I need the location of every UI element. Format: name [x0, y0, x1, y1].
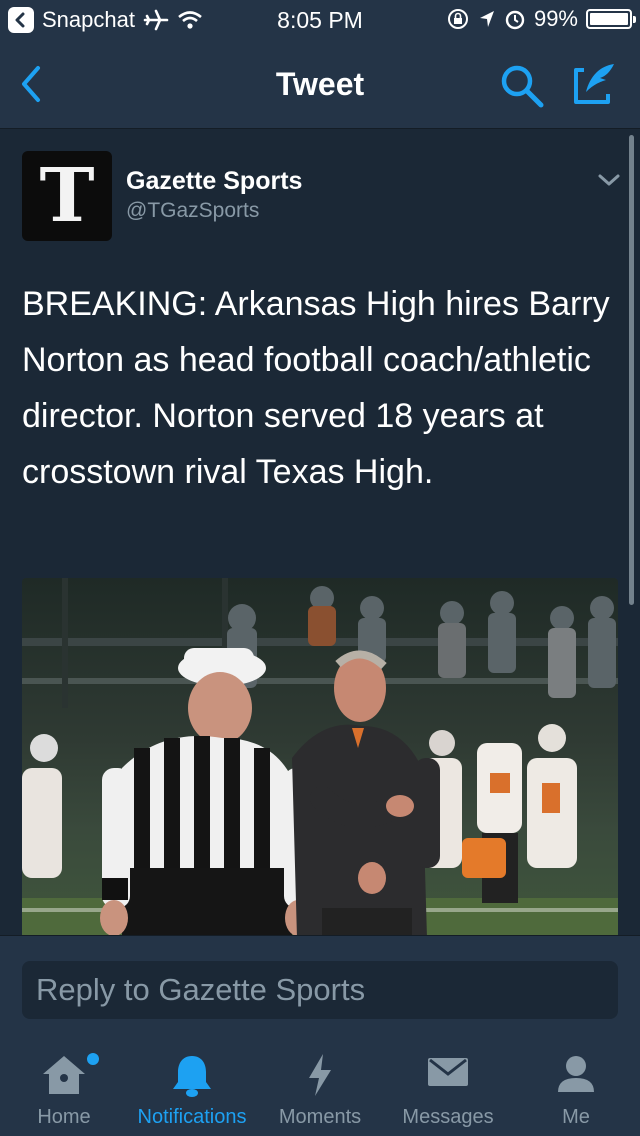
battery-percent: 99% [533, 6, 578, 31]
avatar-logo: T [39, 153, 95, 239]
battery-icon [586, 9, 636, 29]
battery-tip [633, 16, 636, 23]
tab-me[interactable]: Me [526, 1040, 626, 1136]
tweet-detail: T Gazette Sports @TGazSports BREAKING: A… [0, 129, 640, 935]
status-right: 99% [446, 6, 636, 32]
author-handle[interactable]: @TGazSports [126, 199, 259, 223]
tab-messages[interactable]: Messages [392, 1040, 504, 1136]
search-icon[interactable] [498, 62, 546, 110]
envelope-icon [428, 1058, 468, 1086]
compose-icon[interactable] [570, 58, 620, 108]
tab-bar: Home Notifications Moments Messages Me [0, 1040, 640, 1136]
tab-moments[interactable]: Moments [268, 1040, 372, 1136]
home-badge-dot [87, 1053, 99, 1065]
tweet-text: BREAKING: Arkansas High hires Barry Nort… [22, 285, 610, 491]
tab-label-home: Home [37, 1106, 91, 1128]
tab-notifications[interactable]: Notifications [126, 1040, 258, 1136]
author-name[interactable]: Gazette Sports [126, 167, 302, 196]
rotation-lock-icon [447, 9, 468, 29]
bell-icon [173, 1056, 211, 1097]
tweet-photo[interactable] [22, 578, 618, 935]
alarm-icon [505, 10, 525, 30]
battery-fill [590, 13, 628, 25]
reply-bar: Reply to Gazette Sports [0, 935, 640, 1041]
reply-input[interactable]: Reply to Gazette Sports [22, 961, 618, 1019]
location-icon [479, 11, 494, 27]
tab-home[interactable]: Home [14, 1040, 114, 1136]
lightning-icon [309, 1054, 331, 1096]
nav-bar: Tweet [0, 40, 640, 129]
status-bar: Snapchat 8:05 PM 99% [0, 0, 640, 40]
tab-label-moments: Moments [278, 1106, 362, 1128]
tab-label-notifications: Notifications [137, 1106, 247, 1128]
tab-label-messages: Messages [402, 1106, 494, 1128]
chevron-down-icon[interactable] [596, 171, 622, 189]
avatar[interactable]: T [22, 151, 112, 241]
scrollbar[interactable] [629, 135, 634, 605]
tab-label-me: Me [562, 1106, 590, 1128]
home-icon [43, 1056, 85, 1094]
person-icon [558, 1056, 594, 1092]
photo-illustration [22, 578, 618, 935]
